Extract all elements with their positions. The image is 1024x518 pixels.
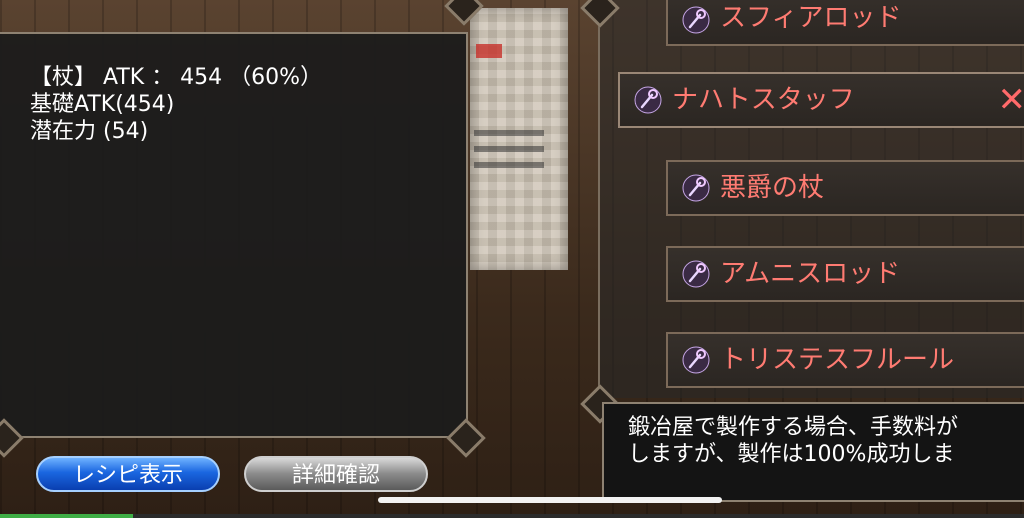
show-recipe-button[interactable]: レシピ表示	[36, 456, 220, 492]
staff-icon	[682, 346, 710, 374]
list-item[interactable]: トリステスフルール	[666, 332, 1024, 388]
base-atk-line: 基礎ATK(454)	[30, 92, 175, 117]
list-item-selected[interactable]: ナハトスタッフ ✕	[618, 72, 1024, 128]
close-icon[interactable]: ✕	[998, 78, 1024, 122]
staff-icon	[682, 174, 710, 202]
list-item[interactable]: 悪爵の杖	[666, 160, 1024, 216]
message-text: 鍛冶屋で製作する場合、手数料が しますが、製作は100%成功しま	[628, 414, 958, 468]
progress-fill	[0, 514, 134, 518]
list-item-label: 悪爵の杖	[720, 173, 825, 203]
detail-confirm-button[interactable]: 詳細確認	[244, 456, 428, 492]
list-item-label: スフィアロッド	[720, 3, 902, 33]
list-item-label: トリステスフルール	[720, 345, 955, 375]
progress-bar	[0, 514, 1024, 518]
message-line-2: しますが、製作は100%成功しま	[628, 442, 955, 467]
weapon-info-panel: 【杖】 ATK ： 454 （60%） 基礎ATK(454) 潜在力 (54)	[0, 32, 468, 438]
staff-icon	[682, 6, 710, 34]
message-box: 鍛冶屋で製作する場合、手数料が しますが、製作は100%成功しま	[602, 402, 1024, 502]
staff-icon	[682, 260, 710, 288]
notice-board-poster	[470, 8, 568, 270]
weapon-atk-line: 【杖】 ATK ： 454 （60%）	[30, 65, 323, 90]
potential-line: 潜在力 (54)	[30, 119, 149, 144]
list-item-label: アムニスロッド	[720, 259, 901, 289]
list-item-label: ナハトスタッフ	[672, 85, 855, 115]
message-line-1: 鍛冶屋で製作する場合、手数料が	[628, 415, 959, 440]
list-item[interactable]: アムニスロッド	[666, 246, 1024, 302]
staff-icon	[634, 86, 662, 114]
home-indicator[interactable]	[378, 497, 722, 503]
list-item[interactable]: スフィアロッド	[666, 0, 1024, 46]
weapon-stats: 【杖】 ATK ： 454 （60%） 基礎ATK(454) 潜在力 (54)	[30, 64, 322, 145]
